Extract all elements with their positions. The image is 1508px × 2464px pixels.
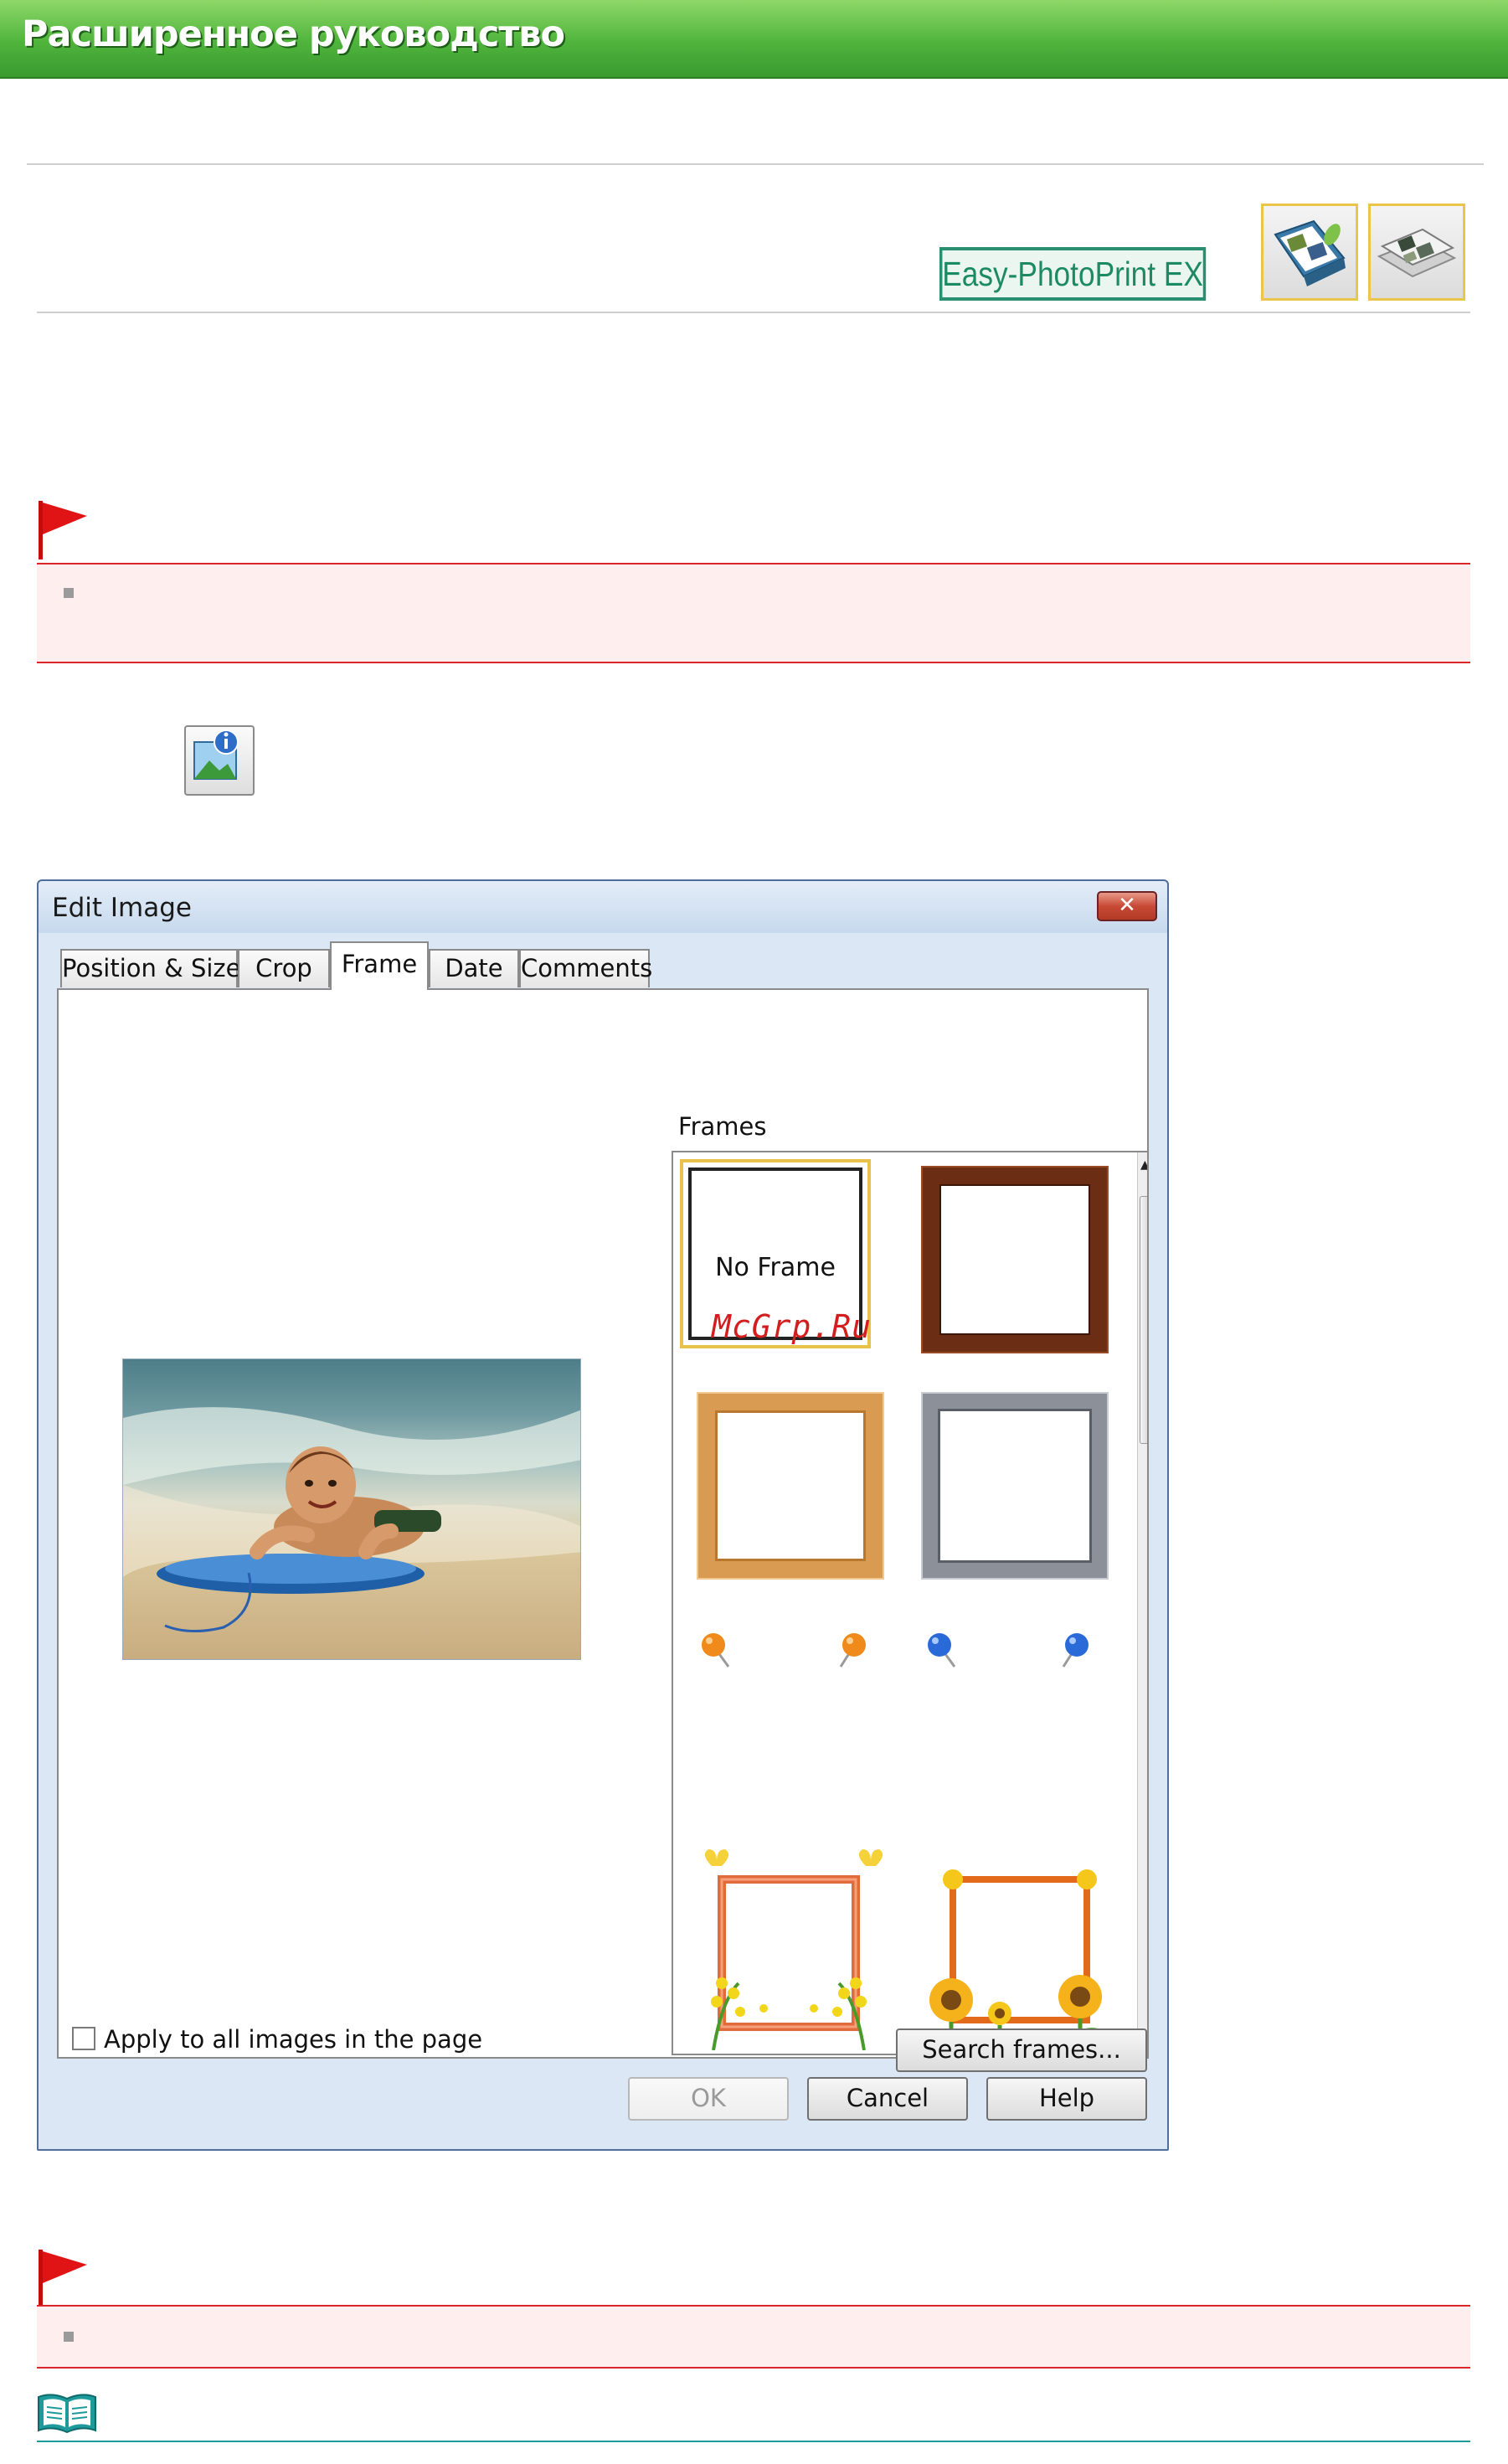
orange-pushpin-icon [827, 1630, 869, 1680]
frames-scrollbar[interactable]: ▲ ▼ [1137, 1152, 1147, 2054]
open-book-icon [37, 2392, 97, 2434]
tab-frame[interactable]: Frame [330, 941, 429, 990]
edit-image-dialog: Edit Image ✕ Position & Size Crop Frame … [37, 879, 1169, 2151]
frame-butterfly-flowers[interactable] [688, 1849, 889, 2051]
important-note-box [37, 2305, 1470, 2369]
product-name-badge: Easy-PhotoPrint EX [939, 247, 1207, 301]
no-frame-label: No Frame [715, 1253, 836, 1282]
scroll-thumb[interactable] [1140, 1196, 1147, 1444]
image-info-icon[interactable] [184, 725, 255, 796]
manual-title: Расширенное руководство [22, 13, 565, 55]
layout-print-icon [1368, 204, 1465, 301]
red-flag-icon [39, 2250, 89, 2308]
cancel-button[interactable]: Cancel [807, 2077, 968, 2121]
important-note-box [37, 563, 1470, 663]
dialog-title: Edit Image [52, 893, 192, 923]
frame-wood-light[interactable] [698, 1394, 883, 1578]
bullet [64, 588, 74, 598]
blue-pushpin-icon [924, 1630, 966, 1680]
ok-button[interactable]: OK [628, 2077, 789, 2121]
frame-tab-panel: Frames No Frame McGrp.Ru ▲ Apply to all … [57, 988, 1149, 2072]
red-flag-icon [39, 501, 89, 559]
frame-sunflower[interactable] [916, 1849, 1117, 2050]
frames-list[interactable]: No Frame McGrp.Ru ▲ [672, 1151, 1149, 2055]
scroll-up-arrow-icon[interactable]: ▲ [1140, 1159, 1147, 1171]
apply-all-checkbox[interactable] [72, 2027, 95, 2050]
search-frames-button[interactable]: Search frames... [896, 2028, 1147, 2072]
apply-all-label: Apply to all images in the page [104, 2025, 483, 2054]
frames-label: Frames [678, 1112, 767, 1141]
album-icon [1261, 204, 1358, 301]
frame-silver[interactable] [923, 1394, 1107, 1578]
tab-comments[interactable]: Comments [519, 949, 652, 987]
tab-date[interactable]: Date [429, 949, 519, 987]
help-button[interactable]: Help [986, 2077, 1147, 2121]
note-divider [37, 2441, 1470, 2442]
orange-pushpin-icon [698, 1630, 740, 1680]
image-preview [122, 1358, 581, 1660]
tab-position-size[interactable]: Position & Size [60, 949, 241, 987]
dialog-title-bar [39, 881, 1167, 933]
divider [27, 163, 1484, 165]
close-button[interactable]: ✕ [1097, 891, 1157, 921]
frame-wood-dark[interactable] [923, 1168, 1107, 1352]
watermark-text: McGrp.Ru [712, 1308, 872, 1345]
tab-crop[interactable]: Crop [238, 949, 330, 987]
divider [37, 312, 1470, 313]
blue-pushpin-icon [1050, 1630, 1092, 1680]
bullet [64, 2332, 74, 2342]
